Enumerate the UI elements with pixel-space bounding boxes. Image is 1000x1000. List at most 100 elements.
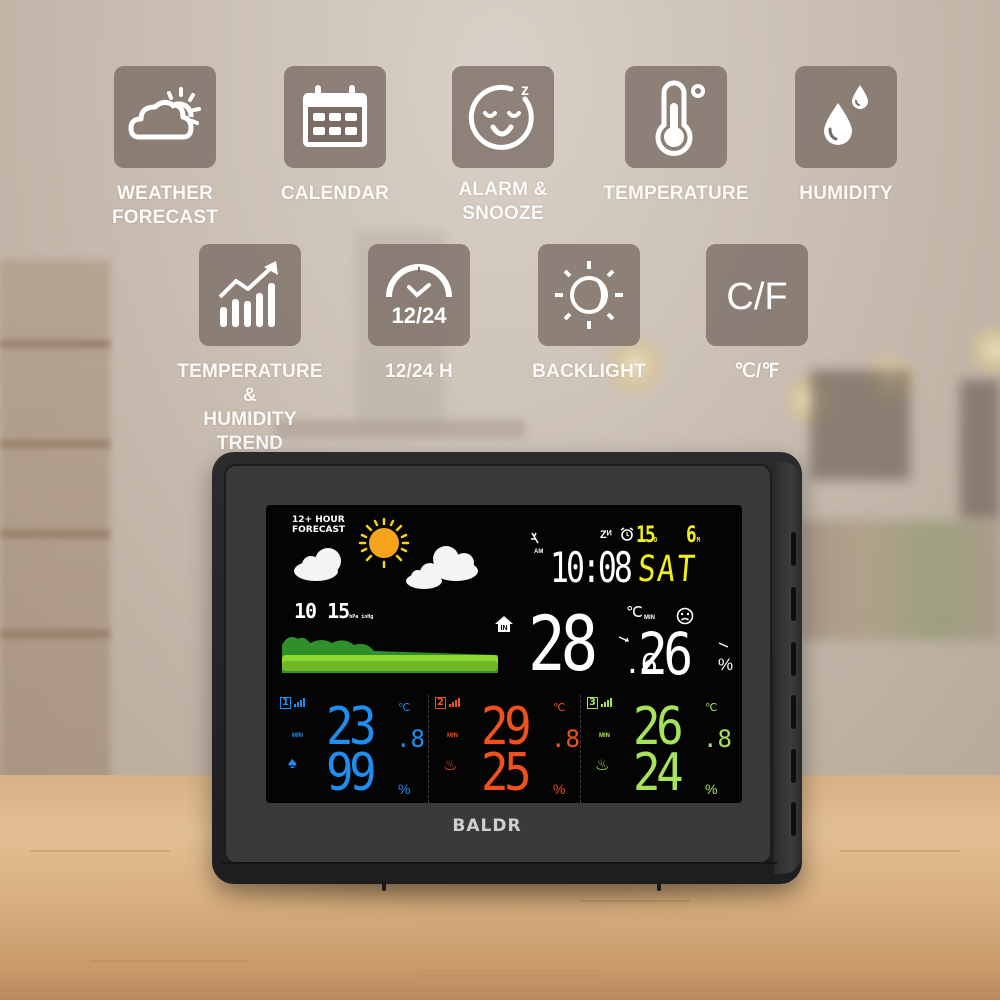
clock-time: 10:08 — [550, 543, 633, 592]
feature-backlight: BACKLIGHT — [509, 244, 669, 384]
feature-calendar: CALENDAR — [255, 66, 415, 206]
side-button[interactable] — [791, 587, 796, 621]
date-day: 15D — [636, 523, 658, 548]
feature-humidity: HUMIDITY — [766, 66, 926, 206]
date-day-suffix: D — [654, 536, 658, 544]
side-button[interactable] — [791, 749, 796, 783]
channel-humidity: 25 — [481, 743, 532, 803]
trend-arrow-icon — [718, 642, 729, 648]
channel-1-panel: 1 MIN ♠ 23 .8 ℃ 99 % — [274, 695, 426, 803]
feature-label: TEMPERATURE & HUMIDITY TREND — [170, 360, 330, 456]
feature-label: BACKLIGHT — [509, 360, 669, 384]
feature-label: ALARM & SNOOZE — [423, 178, 583, 226]
feature-celsius-fahrenheit: C/F ℃/℉ — [677, 244, 837, 384]
sun-icon — [358, 517, 410, 569]
wood-grain — [420, 975, 600, 977]
side-button[interactable] — [791, 532, 796, 566]
pressure-value: 10 15 — [294, 599, 350, 623]
trend-chart-icon — [218, 261, 278, 327]
humidity-drops-icon: ♨ — [443, 757, 458, 774]
label-line: WEATHER — [116, 183, 214, 204]
label-line: TEMPERATURE & — [177, 361, 323, 406]
svg-text:IN: IN — [501, 625, 508, 632]
feature-temperature: TEMPERATURE — [596, 66, 756, 206]
am-indicator: AM — [534, 549, 544, 555]
alarm-clock-icon — [620, 527, 634, 541]
pressure-readout: 10 15hPa inHg — [294, 599, 373, 623]
alarm-snooze-icon: z — [468, 82, 534, 150]
channel-temperature-unit: ℃ — [705, 702, 718, 714]
device-bottom-lip — [222, 862, 777, 876]
icon-text: C/F — [726, 276, 787, 318]
feature-label: 12/24 H — [339, 360, 499, 384]
celsius-fahrenheit-icon: C/F — [726, 276, 787, 318]
feature-label: WEATHER FORECAST — [85, 182, 245, 230]
channel-temperature-decimal: .8 — [703, 725, 732, 753]
snooze-indicator: Zᴻ — [600, 529, 612, 541]
label-line: HUMIDITY TREND — [203, 409, 297, 454]
feature-label: CALENDAR — [255, 182, 415, 206]
side-button[interactable] — [791, 695, 796, 729]
channel-temperature-unit: ℃ — [398, 702, 411, 714]
clock-12-24-icon: 12/24 — [386, 264, 452, 328]
label-line: TEMPERATURE — [603, 183, 749, 204]
channel-3-panel: 3 MIN ♨ 26 .8 ℃ 24 % — [580, 695, 732, 803]
pressure-unit: hPa inHg — [349, 614, 374, 620]
device-side-panel — [774, 462, 802, 874]
shelf-board — [0, 440, 110, 448]
side-button[interactable] — [791, 802, 796, 836]
indoor-temperature-unit: ℃ — [626, 604, 643, 621]
channel-humidity-unit: % — [398, 781, 411, 797]
radio-signal-icon — [531, 532, 539, 544]
feature-trend: TEMPERATURE & HUMIDITY TREND — [170, 244, 330, 456]
feature-tile — [199, 244, 301, 346]
calendar-icon — [303, 85, 367, 147]
channel-humidity-unit: % — [553, 781, 566, 797]
feature-tile — [114, 66, 216, 168]
label-line: FORECAST — [111, 207, 219, 228]
backlight-icon — [555, 261, 623, 329]
channel-number-badge: 1 — [280, 697, 291, 709]
lcd-screen: 12+ HOUR FORECAST 10 15hPa inHg IN AM Zᴻ… — [266, 505, 742, 803]
feature-alarm-snooze: z ALARM & SNOOZE — [423, 66, 583, 226]
channel-temperature-decimal: .8 — [551, 725, 580, 753]
humidity-drops-icon: ♨ — [595, 757, 610, 774]
signal-bars-icon — [294, 698, 305, 707]
channel-temperature-unit: ℃ — [553, 702, 566, 714]
side-button[interactable] — [791, 642, 796, 676]
date-day-value: 15 — [636, 523, 656, 548]
feature-12-24h: 12/24 12/24 H — [339, 244, 499, 384]
feature-tile: 12/24 — [368, 244, 470, 346]
channel-temperature-decimal: .8 — [396, 725, 425, 753]
feature-tile — [538, 244, 640, 346]
label-line: CALENDAR — [280, 183, 390, 204]
blurred-wall-art — [960, 380, 1000, 520]
date-month-suffix: M — [696, 536, 700, 544]
weather-forecast-icon — [128, 87, 201, 140]
icon-text: 12/24 — [391, 303, 447, 328]
channel-min-label: MIN — [292, 733, 303, 739]
indoor-temperature: 28 — [528, 599, 598, 688]
trend-arrow-icon — [618, 636, 629, 642]
weekday: SAT — [636, 549, 699, 590]
blurred-wall-art — [810, 370, 910, 480]
indoor-humidity: 26 — [638, 620, 693, 688]
feature-tile — [284, 66, 386, 168]
weather-station-device: BALDR 12+ HOUR FORECAST 10 15hPa inHg IN… — [212, 452, 802, 891]
feature-label: HUMIDITY — [766, 182, 926, 206]
channel-number-badge: 3 — [587, 697, 598, 709]
tree-icon: ♠ — [288, 755, 297, 772]
feature-tile — [795, 66, 897, 168]
label-line: BACKLIGHT — [532, 361, 646, 382]
feature-label: TEMPERATURE — [596, 182, 756, 206]
channel-number-badge: 2 — [435, 697, 446, 709]
label-line: 12/24 H — [385, 361, 453, 382]
shelf-board — [0, 340, 110, 348]
label-line: SNOOZE — [462, 203, 544, 224]
feature-weather-forecast: WEATHER FORECAST — [85, 66, 245, 230]
signal-bars-icon — [601, 698, 612, 707]
channel-min-label: MIN — [447, 733, 458, 739]
brand-logo: BALDR — [452, 816, 522, 836]
thermometer-icon — [655, 80, 705, 156]
shelf-board — [0, 530, 110, 538]
